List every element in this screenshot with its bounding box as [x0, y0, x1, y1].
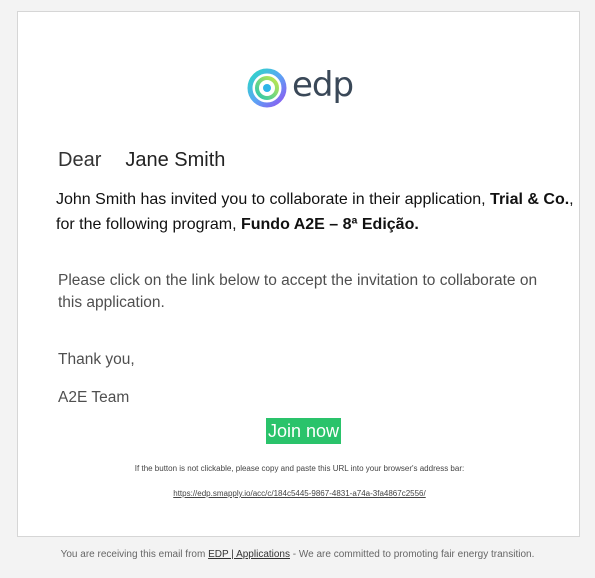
join-now-button[interactable]: Join now [266, 418, 342, 444]
salutation: Dear [58, 149, 102, 171]
greeting: Dear Jane Smith [58, 149, 225, 172]
email-footer: You are receiving this email from EDP | … [60, 547, 535, 563]
footer-suffix: - We are committed to promoting fair ene… [292, 549, 535, 560]
invite-lead: John Smith has invited you to collaborat… [56, 191, 486, 208]
signature-text: A2E Team [58, 389, 130, 406]
email-card: edp Dear Jane Smith John Smith has invite… [17, 11, 580, 537]
recipient-name: Jane Smith [125, 149, 226, 171]
edp-applications-link[interactable]: EDP | Applications [208, 549, 290, 560]
program-name: Fundo A2E – 8ª Edição. [240, 216, 419, 233]
invite-message: John Smith has invited you to collaborat… [56, 187, 576, 237]
edp-logo: edp [247, 65, 354, 108]
footer-prefix: You are receiving this email from [60, 549, 206, 560]
edp-swirl-logo-icon [247, 68, 287, 108]
logo-text: edp [292, 65, 354, 105]
thanks-text: Thank you, [58, 351, 135, 368]
instruction-text: Please click on the link below to accept… [58, 272, 538, 311]
invitation-url-link[interactable]: https://edp.smapply.io/acc/c/184c5445-98… [18, 489, 581, 498]
application-name: Trial & Co. [490, 191, 570, 208]
fallback-note: If the button is not clickable, please c… [134, 464, 465, 473]
